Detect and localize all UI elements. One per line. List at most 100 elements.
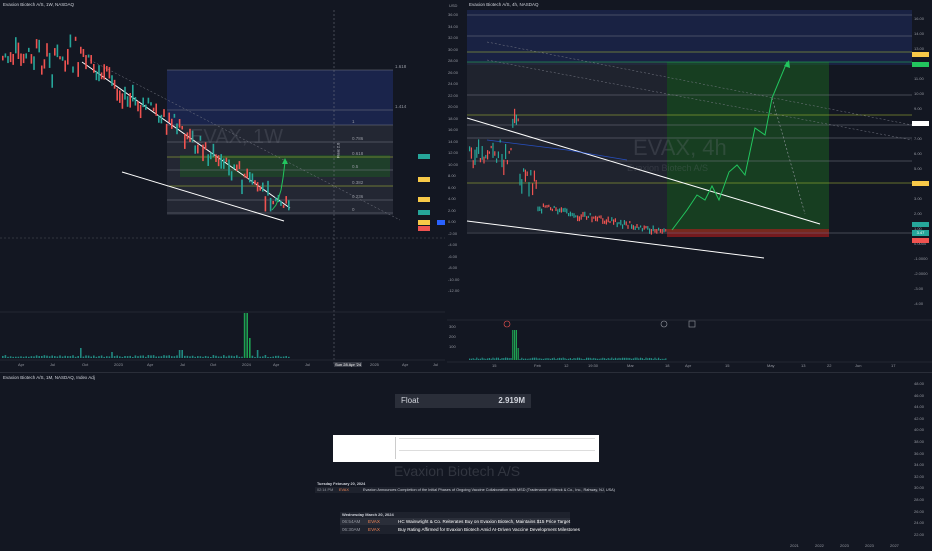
four-hour-volume-bar	[577, 357, 579, 360]
weekly-volume-bar	[267, 356, 269, 358]
weekly-volume-bar	[64, 355, 66, 358]
headline-row-2[interactable]: 06:30AM EVAX Buy Rating Affirmed for Eva…	[340, 526, 580, 533]
four-hour-volume-bar	[659, 358, 661, 360]
four-hour-volume-bar	[483, 358, 485, 360]
four-hour-volume-bar	[665, 358, 667, 360]
four-hour-candle	[595, 215, 597, 222]
four-hour-candle	[533, 170, 535, 182]
weekly-volume-bar	[163, 355, 165, 358]
weekly-candle	[100, 72, 103, 80]
four-hour-volume-bar	[515, 330, 517, 360]
monthly-y-label: 48.00	[914, 381, 925, 386]
weekly-candle	[43, 59, 46, 69]
four-hour-candle	[544, 205, 546, 208]
fib-level-label: 1.618	[395, 64, 407, 69]
weekly-candle	[85, 55, 87, 70]
four-hour-chart-pane[interactable]: Evaxion Biotech A/S, 4h, NASDAQ USD EVAX…	[447, 0, 932, 372]
weekly-volume-bar	[46, 355, 48, 358]
monthly-y-label: 24.00	[914, 520, 925, 526]
fib-level-label: 1.414	[395, 104, 407, 109]
monthly-y-label: 38.00	[914, 439, 925, 444]
four-hour-volume-bar	[553, 357, 555, 360]
weekly-candle	[56, 44, 59, 58]
four-hour-volume-bar	[506, 357, 508, 360]
four-hour-right-scale-label: 9.00	[914, 106, 922, 111]
four-hour-candle	[629, 220, 631, 224]
news-headline: Evaxion Announces Completion of the Init…	[363, 487, 615, 492]
weekly-candle	[233, 164, 235, 169]
monthly-y-label: 26.00	[914, 508, 925, 514]
four-hour-candle	[647, 226, 649, 230]
four-hour-volume-bar	[573, 357, 575, 360]
weekly-volume-bar	[137, 356, 139, 358]
four-hour-candle	[553, 205, 555, 209]
four-hour-x-label: May	[767, 363, 775, 368]
weekly-volume-bar	[155, 356, 157, 358]
four-hour-volume-bar	[517, 348, 519, 360]
four-hour-volume-bar	[589, 357, 591, 360]
four-hour-volume-bar	[604, 358, 606, 360]
four-hour-volume-bar	[541, 358, 543, 360]
four-hour-volume-bar	[505, 357, 507, 360]
weekly-candle	[116, 88, 118, 101]
four-hour-volume-bar	[643, 358, 645, 360]
four-hour-candle	[514, 108, 516, 124]
headline-2-ticker: EVAX	[368, 527, 380, 532]
weekly-candle	[72, 66, 74, 73]
four-hour-candle	[640, 225, 642, 228]
weekly-volume-bar	[217, 356, 220, 358]
monthly-y-label: 36.00	[914, 450, 925, 456]
monthly-x-label: 2023	[840, 543, 849, 548]
news-row[interactable]: 02:14 PM EVAX Evaxion Announces Completi…	[315, 487, 615, 493]
four-hour-volume-label: 300	[449, 324, 456, 329]
weekly-volume-bar	[256, 350, 259, 358]
four-hour-right-scale-label: 16.00	[914, 16, 925, 21]
four-hour-volume-bar	[564, 358, 566, 360]
four-hour-volume-bar	[571, 358, 573, 360]
weekly-chart-pane[interactable]: Evaxion Biotech A/S, 1W, NASDAQ 1.618 1.4…	[0, 0, 445, 370]
four-hour-volume-bar	[661, 358, 663, 360]
float-label: Float	[401, 396, 419, 405]
monthly-y-label: 40.00	[914, 427, 925, 433]
four-hour-candle	[614, 218, 616, 223]
four-hour-candle	[546, 204, 548, 208]
four-hour-volume-bar	[591, 358, 593, 360]
weekly-candle	[69, 34, 72, 48]
four-hour-y-label: 34.00	[448, 23, 459, 29]
weekly-volume-bar	[251, 355, 254, 358]
weekly-candle	[77, 62, 79, 77]
four-hour-candle	[604, 220, 606, 224]
weekly-candle	[64, 60, 66, 72]
weekly-volume-bar	[113, 356, 116, 358]
weekly-x-label: Jul	[50, 362, 56, 367]
weekly-volume-bar	[48, 356, 51, 358]
four-hour-candle	[548, 204, 550, 208]
weekly-candle	[132, 84, 134, 102]
four-hour-y-label: -12.00	[448, 288, 460, 293]
four-hour-candle	[578, 216, 580, 222]
weekly-candle	[80, 46, 82, 54]
four-hour-volume-bar	[499, 358, 501, 360]
weekly-volume-bar	[168, 355, 170, 358]
four-hour-volume-bar	[623, 357, 625, 360]
weekly-x-label: 2023	[114, 362, 123, 367]
four-hour-volume-bar	[501, 358, 503, 360]
four-hour-volume-bar	[548, 358, 550, 360]
weekly-candle	[103, 64, 105, 80]
weekly-volume-bar	[262, 356, 264, 358]
weekly-volume-bar	[33, 356, 35, 358]
four-hour-volume-bar	[652, 358, 654, 360]
weekly-volume-bar	[230, 355, 233, 358]
four-hour-candle	[650, 229, 652, 235]
four-hour-candle	[539, 206, 541, 212]
weekly-volume-bar	[12, 356, 14, 358]
four-hour-volume-bar	[521, 357, 523, 360]
weekly-candle	[95, 70, 98, 81]
monthly-chart-title: Evaxion Biotech A/S, 1M, NASDAQ, Index A…	[3, 375, 95, 380]
four-hour-candle	[474, 149, 476, 165]
four-hour-candle	[596, 216, 598, 222]
weekly-candle	[275, 197, 277, 202]
monthly-y-label: 44.00	[914, 404, 925, 410]
weekly-volume-bar	[282, 356, 285, 358]
headline-row-1[interactable]: 06:54AM EVAX HC Wainwright & Co. Reitera…	[340, 518, 570, 525]
